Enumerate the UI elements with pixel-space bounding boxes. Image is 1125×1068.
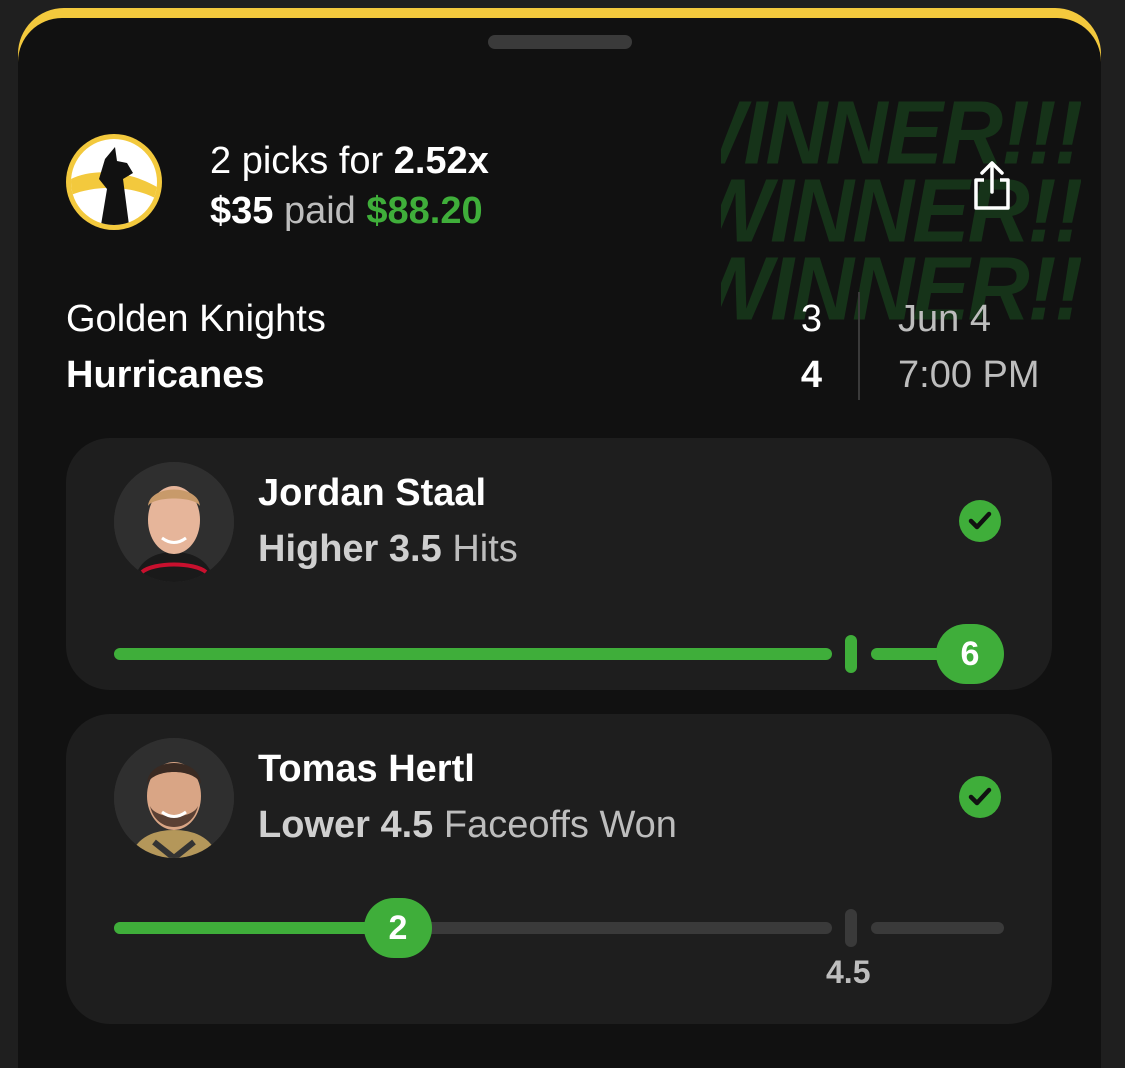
game-time: 7:00 PM [898,354,1040,396]
pick-line: 4.5 [380,804,434,846]
player-name: Jordan Staal [258,472,487,514]
away-team-name: Golden Knights [66,298,326,340]
bet-summary: 2 picks for 2.52x $35 paid $88.20 [210,136,489,236]
game-date: Jun 4 [898,298,991,340]
line-marker [845,635,857,673]
pick-details: Lower 4.5 Faceoffs Won [258,802,677,848]
pick-stat: Faceoffs Won [443,804,677,846]
home-team-name: Hurricanes [66,354,265,396]
winner-text: WINNER!!! [721,82,1081,184]
player-photo-icon [114,738,234,858]
line-marker [845,909,857,947]
pick-card[interactable]: Jordan Staal Higher 3.5 Hits 6 [66,438,1052,690]
dog-logo-icon [71,147,157,225]
away-team-score: 3 [800,298,822,340]
winner-text: WINNER!! [721,160,1081,262]
payout-multiplier: 2.52x [393,140,489,182]
share-icon [974,161,1010,210]
drag-handle[interactable] [488,35,632,49]
pick-card[interactable]: Tomas Hertl Lower 4.5 Faceoffs Won 2 4.5 [66,714,1052,1024]
pick-direction: Higher [258,528,379,570]
payout-amount: $88.20 [366,190,483,232]
bet-detail-sheet: WINNER!!! WINNER!! WINNER!! 2 picks for … [18,18,1101,1068]
progress-track [871,922,1004,934]
divider [858,292,860,400]
winner-background: WINNER!!! WINNER!! WINNER!! [721,80,1081,330]
player-avatar [114,462,234,582]
team-logo [66,134,162,230]
stake-amount: $35 [210,190,274,232]
progress-track-filled [114,922,384,934]
player-name: Tomas Hertl [258,748,475,790]
player-photo-icon [114,462,234,582]
result-value-pill: 6 [936,624,1004,684]
paid-label: paid [273,190,367,232]
player-avatar [114,738,234,858]
result-value-pill: 2 [364,898,432,958]
progress-track-filled [114,648,832,660]
pick-direction: Lower [258,804,370,846]
home-team-score: 4 [800,354,822,396]
pick-line: 3.5 [388,528,442,570]
line-value-label: 4.5 [826,954,871,990]
check-icon [959,776,1001,818]
picks-count-text: 2 picks for [210,140,394,182]
check-icon [959,500,1001,542]
share-button[interactable] [970,160,1014,212]
pick-stat: Hits [452,528,518,570]
pick-details: Higher 3.5 Hits [258,526,518,572]
